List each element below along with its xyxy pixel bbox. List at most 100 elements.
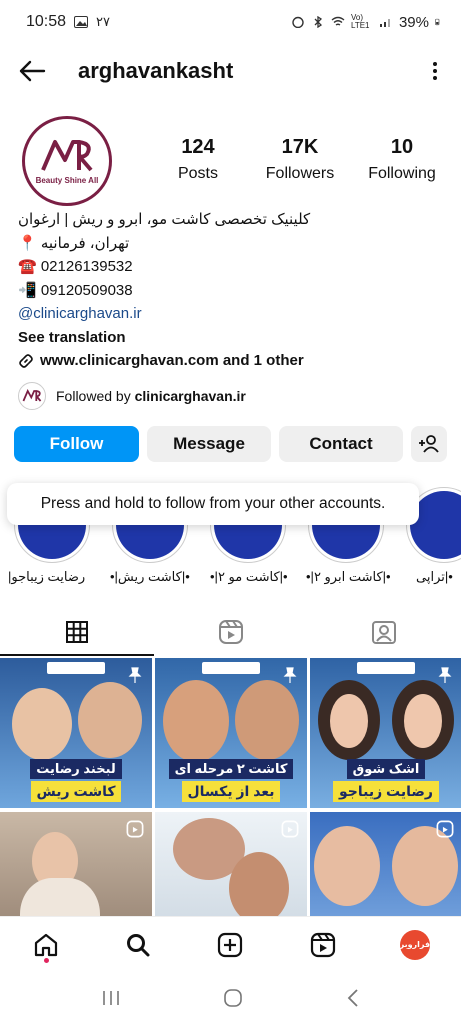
bio-line: کلینیک تخصصی کاشت مو، ابرو و ریش | ارغوا…: [18, 211, 311, 228]
grid-icon: [65, 621, 88, 643]
post-caption: اشک شوق رضایت زیباجو: [310, 759, 461, 802]
profile-tabs: [0, 608, 461, 656]
reel-icon: [281, 820, 299, 838]
highlight-label: •|تراپی: [416, 569, 453, 584]
nav-create[interactable]: [210, 925, 250, 965]
avatar-logo-text: Beauty Shine All: [35, 175, 99, 185]
highlight-label: رضایت زیباجو|: [8, 569, 86, 584]
stat-following[interactable]: 10 Following: [354, 136, 450, 183]
post-caption-line2: بعد از یکسال: [181, 781, 281, 802]
status-bar: 10:58 ۲۷ Vo) LTE1 39%: [0, 0, 461, 44]
stat-posts[interactable]: 124 Posts: [150, 136, 246, 183]
reels-icon: [218, 620, 243, 644]
stat-label: Following: [368, 165, 436, 182]
status-extra: ۲۷: [96, 14, 111, 29]
post-brand-tag: [357, 662, 415, 674]
tagged-person-icon: [372, 621, 397, 644]
bio-mobile[interactable]: 📲 09120509038: [18, 279, 448, 303]
tab-tagged[interactable]: [307, 608, 461, 656]
profile-stats: 124 Posts 17K Followers 10 Following: [150, 136, 450, 183]
search-icon: [127, 933, 150, 956]
stat-value: 17K: [281, 136, 319, 158]
stat-value: 10: [390, 136, 414, 158]
more-vertical-icon: [433, 62, 437, 80]
reel-icon: [126, 820, 144, 838]
post-brand-tag: [47, 662, 105, 674]
followed-by-text: Followed by clinicarghavan.ir: [56, 388, 246, 404]
nav-search[interactable]: [118, 925, 158, 965]
more-options-button[interactable]: [425, 57, 445, 85]
system-navigation: [0, 972, 461, 1024]
highlight-label: •|کاشت ابرو ۲|•: [306, 569, 391, 584]
clinic-logo-icon: [41, 139, 93, 171]
bio-line: تهران، فرمانیه 📍: [18, 234, 130, 252]
post-caption-line2: رضایت زیباجو: [333, 781, 439, 802]
before-photo: [12, 688, 72, 760]
highlight-label: •|کاشت مو ۲|•: [210, 569, 288, 584]
website-link[interactable]: www.clinicarghavan.com and 1 other: [18, 349, 448, 373]
stat-value: 124: [181, 136, 215, 158]
nav-home[interactable]: [26, 925, 66, 965]
bio-phone[interactable]: ☎️ 02126139532: [18, 255, 448, 279]
profile-actions: Follow Message Contact: [14, 426, 448, 462]
post-caption-line2: کاشت ریش: [30, 781, 122, 802]
nav-profile[interactable]: فراروبر: [395, 925, 435, 965]
post-thumbnail[interactable]: کاشت ۲ مرحله ای بعد از یکسال: [155, 658, 307, 808]
system-back-icon[interactable]: [346, 988, 360, 1008]
link-icon: [19, 353, 33, 368]
post-caption: کاشت ۲ مرحله ای بعد از یکسال: [155, 759, 307, 802]
tab-posts-grid[interactable]: [0, 608, 154, 656]
after-photo: [78, 682, 142, 758]
back-button[interactable]: [16, 55, 48, 87]
reel-icon: [436, 820, 454, 838]
before-photo: [314, 826, 380, 906]
stat-label: Posts: [177, 165, 218, 182]
wifi-icon: [331, 16, 345, 26]
status-time: 10:58: [26, 13, 67, 30]
bluetooth-icon: [314, 16, 322, 28]
gallery-icon: [74, 16, 89, 28]
add-person-icon: [419, 435, 439, 453]
follow-tooltip: Press and hold to follow from your other…: [7, 483, 419, 525]
pin-icon: [128, 667, 142, 683]
post-caption-line1: اشک شوق: [346, 759, 426, 779]
profile-username: arghavankasht: [78, 58, 234, 83]
after-photo: [392, 826, 458, 906]
notification-dot: [43, 957, 49, 963]
profile-header: arghavankasht: [0, 44, 461, 98]
post-caption-line1: کاشت ۲ مرحله ای: [168, 759, 294, 779]
tab-reels[interactable]: [154, 608, 308, 656]
home-button-icon[interactable]: [223, 988, 243, 1008]
after-photo: [235, 680, 299, 760]
own-profile-avatar: فراروبر: [400, 929, 430, 960]
pin-icon: [438, 667, 452, 683]
followed-by[interactable]: Followed by clinicarghavan.ir: [18, 382, 246, 410]
battery-icon: [435, 18, 440, 26]
post-thumbnail[interactable]: لبخند رضایت کاشت ریش: [0, 658, 152, 808]
back-arrow-icon: [19, 60, 46, 82]
website-text: www.clinicarghavan.com and 1 other: [40, 352, 304, 369]
before-face: [330, 694, 368, 748]
post-caption: لبخند رضایت کاشت ریش: [0, 759, 152, 802]
post-caption-line1: لبخند رضایت: [30, 759, 122, 779]
follow-button[interactable]: Follow: [14, 426, 139, 462]
profile-avatar[interactable]: Beauty Shine All: [22, 116, 112, 206]
photo-subject: [229, 852, 289, 924]
stat-label: Followers: [265, 165, 335, 182]
contact-button[interactable]: Contact: [279, 426, 403, 462]
recent-apps-icon[interactable]: [101, 989, 121, 1007]
bottom-navigation: فراروبر: [0, 916, 461, 972]
battery-percent: 39%: [398, 13, 429, 31]
followed-by-name: clinicarghavan.ir: [134, 388, 246, 404]
see-translation-link[interactable]: See translation: [18, 326, 448, 350]
bio-mention-link[interactable]: @clinicarghavan.ir: [18, 302, 448, 326]
network-label: Vo) LTE1: [350, 13, 370, 30]
after-face: [404, 694, 442, 748]
suggest-users-button[interactable]: [411, 426, 447, 462]
signal-icon: [379, 19, 390, 27]
message-button[interactable]: Message: [147, 426, 271, 462]
post-thumbnail[interactable]: اشک شوق رضایت زیباجو: [310, 658, 461, 808]
stat-followers[interactable]: 17K Followers: [252, 136, 348, 183]
nav-reels[interactable]: [303, 925, 343, 965]
pin-icon: [283, 667, 297, 683]
